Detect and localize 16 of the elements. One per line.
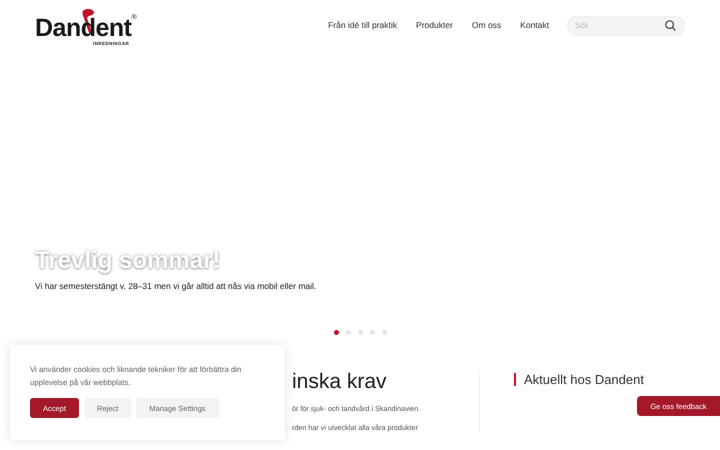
hero-text: Vi har semesterstängt v. 28–31 men vi går alltid att nås via mobil eller mail.	[35, 281, 318, 291]
logo-wordmark[interactable]: Dandent	[35, 14, 132, 42]
slide-dot[interactable]	[358, 330, 362, 335]
slide-dot[interactable]	[334, 330, 338, 335]
section-heading: inska krav	[292, 370, 388, 394]
nav-link[interactable]: Om oss	[472, 20, 502, 30]
slide-dot[interactable]	[382, 330, 386, 335]
news-heading: Aktuellt hos Dandent	[514, 373, 644, 386]
search-icon[interactable]	[665, 20, 676, 30]
slide-dot[interactable]	[346, 330, 350, 335]
nav-link[interactable]: Produkter	[416, 20, 453, 30]
nav-link[interactable]: Kontakt	[520, 20, 549, 30]
nav-link[interactable]: Från idé till praktik	[328, 20, 398, 30]
hero-title: Trevlig sommar!	[35, 247, 222, 275]
slide-dot[interactable]	[370, 330, 374, 335]
search-field[interactable]: Sök	[567, 16, 685, 36]
